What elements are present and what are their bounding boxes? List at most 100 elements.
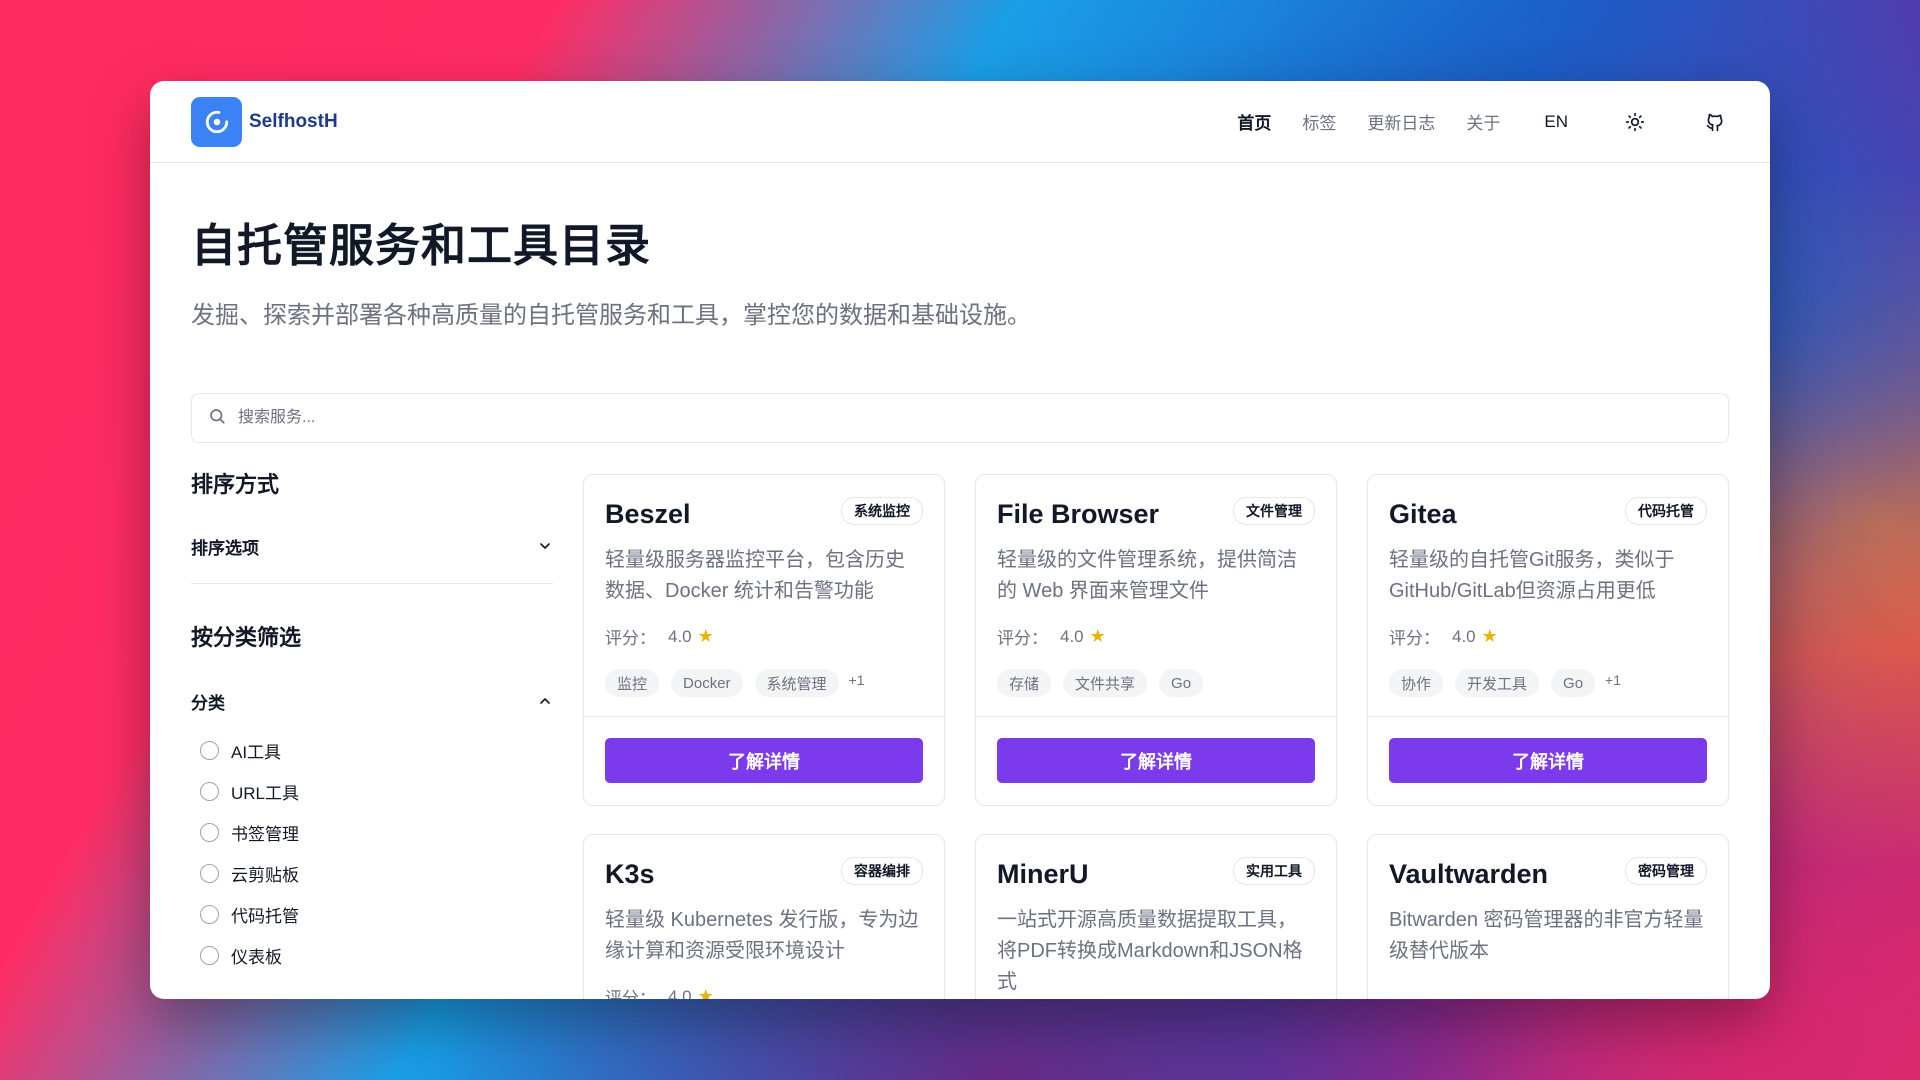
- main-nav: 首页 标签 更新日志 关于 EN: [1206, 107, 1730, 137]
- card-tags: 监控 Docker 系统管理 +1: [605, 669, 865, 697]
- nav-home[interactable]: 首页: [1237, 109, 1271, 134]
- category-list: AI工具 URL工具 书签管理 云剪贴板 代码托管 仪表板: [191, 730, 553, 976]
- category-badge: 代码托管: [1625, 497, 1707, 525]
- card-rating: 评分： 4.0 ★: [605, 984, 714, 999]
- card-tags: 存储 文件共享 Go: [997, 669, 1215, 697]
- service-card[interactable]: Beszel 系统监控 轻量级服务器监控平台，包含历史数据、Docker 统计和…: [583, 474, 945, 806]
- card-title[interactable]: Vaultwarden: [1389, 859, 1548, 890]
- tag-chip[interactable]: Go: [1551, 669, 1596, 697]
- category-label: 分类: [191, 693, 225, 713]
- tag-chip[interactable]: 开发工具: [1455, 669, 1540, 697]
- category-option[interactable]: URL工具: [200, 771, 553, 812]
- star-icon: ★: [697, 626, 714, 646]
- radio-button[interactable]: [200, 905, 219, 924]
- rating-label: 评分：: [605, 989, 656, 999]
- tag-chip[interactable]: Docker: [671, 669, 743, 697]
- category-badge: 容器编排: [841, 857, 923, 885]
- card-tags: 协作 开发工具 Go +1: [1389, 669, 1621, 697]
- card-rating: 评分： 4.0 ★: [997, 624, 1106, 649]
- category-option-label: 代码托管: [231, 907, 299, 926]
- rating-label: 评分：: [605, 629, 656, 648]
- service-card[interactable]: K3s 容器编排 轻量级 Kubernetes 发行版，专为边缘计算和资源受限环…: [583, 834, 945, 999]
- page-subtitle: 发掘、探索并部署各种高质量的自托管服务和工具，掌控您的数据和基础设施。: [191, 302, 1031, 329]
- radio-button[interactable]: [200, 946, 219, 965]
- nav-tags[interactable]: 标签: [1302, 109, 1336, 134]
- category-accordion[interactable]: 分类: [191, 690, 553, 713]
- tag-chip[interactable]: Go: [1159, 669, 1204, 697]
- card-footer: 了解详情: [584, 716, 944, 805]
- learn-more-button[interactable]: 了解详情: [1389, 738, 1707, 783]
- card-description: 轻量级服务器监控平台，包含历史数据、Docker 统计和告警功能: [605, 549, 905, 602]
- card-title[interactable]: Gitea: [1389, 499, 1457, 530]
- language-toggle[interactable]: EN: [1544, 112, 1568, 132]
- card-body: Gitea 代码托管 轻量级的自托管Git服务，类似于GitHub/GitLab…: [1368, 475, 1728, 716]
- category-badge: 文件管理: [1233, 497, 1315, 525]
- chevron-down-icon: [540, 543, 550, 549]
- more-tags-count: +1: [1605, 672, 1622, 688]
- star-icon: ★: [697, 986, 714, 999]
- tag-chip[interactable]: 文件共享: [1063, 669, 1148, 697]
- tag-chip[interactable]: 监控: [605, 669, 660, 697]
- radio-button[interactable]: [200, 741, 219, 760]
- card-footer: 了解详情: [976, 716, 1336, 805]
- nav-about[interactable]: 关于: [1466, 109, 1500, 134]
- category-option[interactable]: 云剪贴板: [200, 853, 553, 894]
- chevron-up-icon: [540, 698, 550, 704]
- card-rating: 评分： 4.0 ★: [1389, 624, 1498, 649]
- card-rating: 评分： 4.0 ★: [605, 624, 714, 649]
- sort-options-dropdown[interactable]: 排序选项: [191, 535, 553, 558]
- radio-button[interactable]: [200, 864, 219, 883]
- category-option[interactable]: 书签管理: [200, 812, 553, 853]
- rating-value: 4.0: [668, 626, 692, 646]
- github-icon[interactable]: [1700, 107, 1730, 137]
- radio-button[interactable]: [200, 823, 219, 842]
- category-option[interactable]: 代码托管: [200, 894, 553, 935]
- browser-window: SelfhostH 首页 标签 更新日志 关于 EN 自托管服务和工具目录 发掘…: [150, 81, 1770, 999]
- rating-label: 评分：: [1389, 629, 1440, 648]
- card-title[interactable]: K3s: [605, 859, 655, 890]
- tag-chip[interactable]: 协作: [1389, 669, 1444, 697]
- logo-icon[interactable]: [191, 96, 242, 147]
- category-option[interactable]: 仪表板: [200, 935, 553, 976]
- sun-icon[interactable]: [1620, 107, 1650, 137]
- brand-name[interactable]: SelfhostH: [249, 111, 338, 133]
- category-badge: 密码管理: [1625, 857, 1707, 885]
- service-card[interactable]: MinerU 实用工具 一站式开源高质量数据提取工具，将PDF转换成Markdo…: [975, 834, 1337, 999]
- card-title[interactable]: File Browser: [997, 499, 1159, 530]
- top-nav-bar: SelfhostH 首页 标签 更新日志 关于 EN: [150, 81, 1770, 163]
- service-card[interactable]: File Browser 文件管理 轻量级的文件管理系统，提供简洁的 Web 界…: [975, 474, 1337, 806]
- radio-button[interactable]: [200, 782, 219, 801]
- learn-more-button[interactable]: 了解详情: [605, 738, 923, 783]
- search-input[interactable]: [236, 408, 1640, 428]
- category-option[interactable]: AI工具: [200, 730, 553, 771]
- card-title[interactable]: Beszel: [605, 499, 691, 530]
- card-description: Bitwarden 密码管理器的非官方轻量级替代版本: [1389, 909, 1704, 962]
- divider: [191, 583, 553, 584]
- filter-section-title: 按分类筛选: [191, 625, 302, 650]
- category-badge: 系统监控: [841, 497, 923, 525]
- filter-sidebar: 排序方式 排序选项 按分类筛选 分类 AI工具 URL工具 书签管理 云剪贴板 …: [191, 467, 553, 976]
- sort-options-label: 排序选项: [191, 538, 259, 558]
- tag-chip[interactable]: 系统管理: [754, 669, 839, 697]
- nav-changelog[interactable]: 更新日志: [1367, 109, 1435, 134]
- search-bar[interactable]: [191, 393, 1729, 443]
- service-card[interactable]: Gitea 代码托管 轻量级的自托管Git服务，类似于GitHub/GitLab…: [1367, 474, 1729, 806]
- star-icon: ★: [1089, 626, 1106, 646]
- learn-more-button[interactable]: 了解详情: [997, 738, 1315, 783]
- category-option-label: AI工具: [231, 743, 282, 762]
- tag-chip[interactable]: 存储: [997, 669, 1052, 697]
- card-description: 轻量级的文件管理系统，提供简洁的 Web 界面来管理文件: [997, 549, 1297, 602]
- star-icon: ★: [1481, 626, 1498, 646]
- rating-value: 4.0: [1060, 626, 1084, 646]
- card-description: 轻量级 Kubernetes 发行版，专为边缘计算和资源受限环境设计: [605, 909, 919, 962]
- card-body: Beszel 系统监控 轻量级服务器监控平台，包含历史数据、Docker 统计和…: [584, 475, 944, 716]
- service-card[interactable]: Vaultwarden 密码管理 Bitwarden 密码管理器的非官方轻量级替…: [1367, 834, 1729, 999]
- card-footer: 了解详情: [1368, 716, 1728, 805]
- rating-label: 评分：: [997, 629, 1048, 648]
- more-tags-count: +1: [848, 672, 865, 688]
- card-body: Vaultwarden 密码管理 Bitwarden 密码管理器的非官方轻量级替…: [1368, 835, 1728, 999]
- card-body: MinerU 实用工具 一站式开源高质量数据提取工具，将PDF转换成Markdo…: [976, 835, 1336, 999]
- category-option-label: 云剪贴板: [231, 866, 299, 885]
- rating-value: 4.0: [668, 986, 692, 1000]
- card-title[interactable]: MinerU: [997, 859, 1089, 890]
